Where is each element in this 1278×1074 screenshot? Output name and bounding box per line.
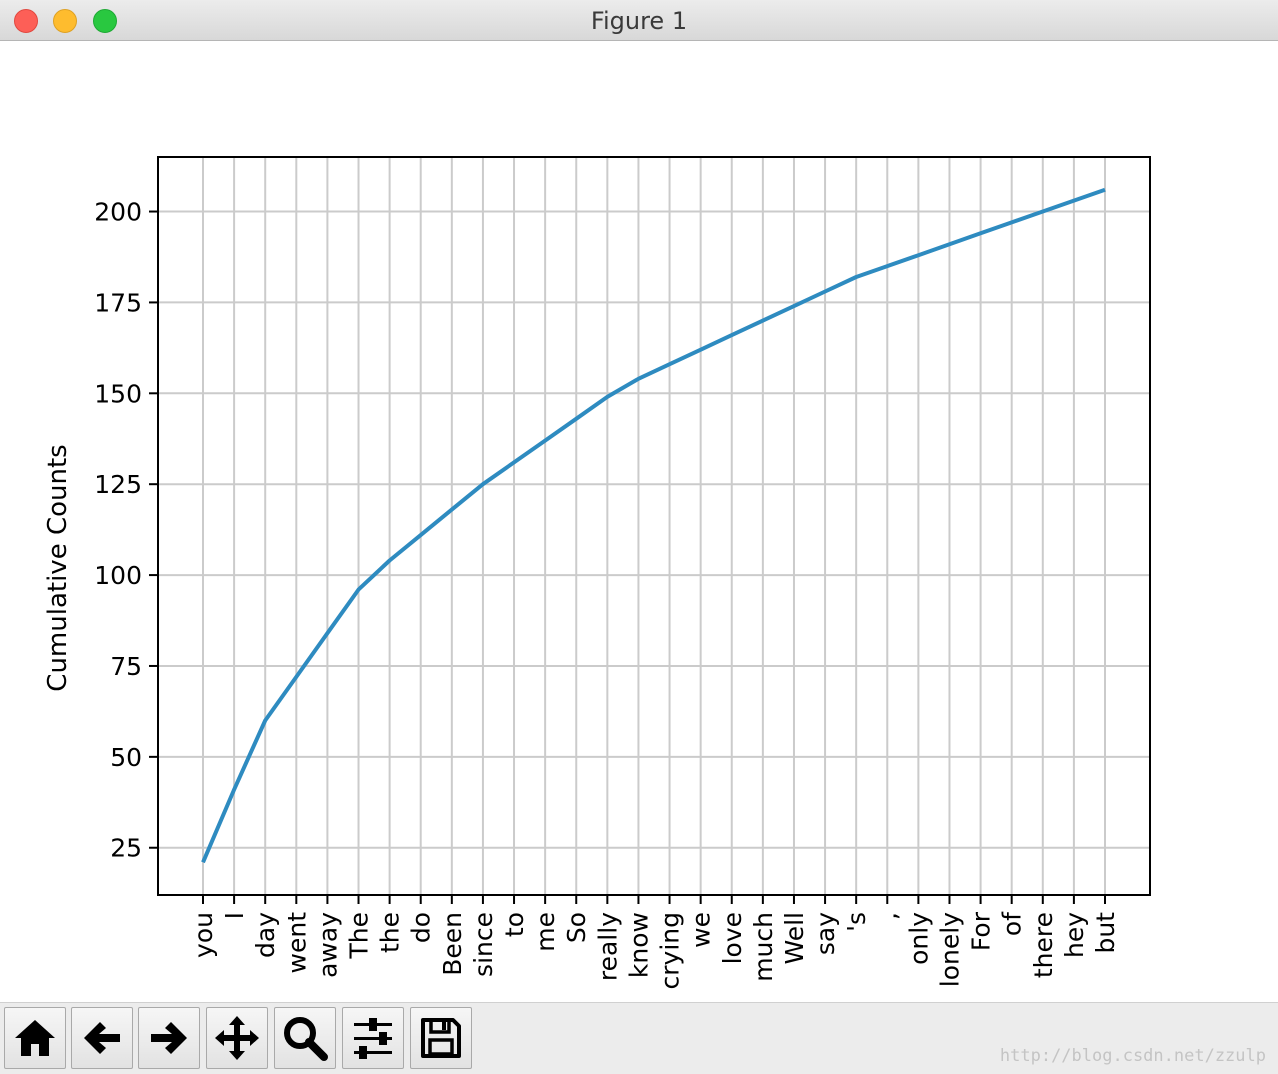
y-axis-label: Cumulative Counts <box>43 444 73 691</box>
x-tick-label: know <box>624 912 653 978</box>
cumulative-counts-chart: 25 50 75 100 125 150 175 200 you Iday went away The… <box>43 156 1151 989</box>
home-button[interactable] <box>4 1007 66 1069</box>
x-tick-label: I <box>220 912 249 919</box>
x-tick-label: hey <box>1060 912 1089 958</box>
grid <box>158 157 1150 895</box>
x-tick-label: only <box>904 912 933 965</box>
x-tick-label: there <box>1029 912 1058 978</box>
navigation-toolbar: http://blog.csdn.net/zzulp <box>0 1002 1278 1074</box>
y-tick-label: 200 <box>94 198 142 227</box>
y-tick-label: 125 <box>94 470 142 499</box>
x-tick-label: to <box>500 912 529 937</box>
x-tick-label: day <box>251 912 280 958</box>
x-tick-label: me <box>531 912 560 952</box>
magnifier-icon <box>284 1017 328 1061</box>
window-title: Figure 1 <box>590 7 688 35</box>
arrow-left-icon <box>84 1022 120 1054</box>
y-tick-label: 175 <box>94 288 142 317</box>
pan-button[interactable] <box>206 1007 268 1069</box>
y-tick-label: 100 <box>94 561 142 590</box>
x-tick-label: The <box>345 912 374 960</box>
y-tick-label: 25 <box>110 834 142 863</box>
x-tick-label: love <box>718 912 747 964</box>
x-tick-label: , <box>873 912 902 920</box>
forward-button[interactable] <box>138 1007 200 1069</box>
x-tick-label: we <box>687 912 716 948</box>
x-tick-label: Well <box>780 912 809 965</box>
axes-frame <box>157 156 1151 896</box>
x-tick-label: really <box>593 912 622 981</box>
move-icon <box>215 1016 259 1060</box>
x-tick-label: since <box>469 912 498 977</box>
save-button[interactable] <box>410 1007 472 1069</box>
x-tick-label: you <box>189 912 218 958</box>
sliders-icon <box>354 1018 392 1059</box>
x-tick-label: crying <box>656 912 685 989</box>
arrow-right-icon <box>151 1022 187 1054</box>
y-tick-label: 150 <box>94 379 142 408</box>
home-icon <box>15 1020 55 1056</box>
x-tick-label: do <box>407 912 436 943</box>
x-tick-label: but <box>1091 912 1120 954</box>
x-tick-label: For <box>967 911 996 951</box>
x-tick-label: went <box>282 912 311 974</box>
x-tick-label: much <box>749 912 778 982</box>
zoom-button[interactable] <box>274 1007 336 1069</box>
x-tick-label: the <box>376 912 405 953</box>
y-axis-ticks: 25 50 75 100 125 150 175 200 <box>94 198 158 863</box>
x-tick-label: away <box>313 912 342 978</box>
x-tick-label: Been <box>438 912 467 976</box>
x-tick-label: So <box>562 912 591 943</box>
series-line <box>201 187 1106 864</box>
x-axis-ticks: you Iday went away The the do Been since to me So re… <box>189 895 1120 989</box>
x-tick-label: 's <box>842 912 871 932</box>
floppy-disk-icon <box>421 1018 461 1058</box>
figure-canvas: 25 50 75 100 125 150 175 200 you Iday went away The… <box>0 41 1278 1002</box>
x-tick-label: of <box>998 911 1027 936</box>
configure-subplots-button[interactable] <box>342 1007 404 1069</box>
x-tick-label: lonely <box>935 912 964 987</box>
y-tick-label: 50 <box>110 743 142 772</box>
window-titlebar: Figure 1 <box>0 0 1278 41</box>
x-tick-label: say <box>811 912 840 955</box>
back-button[interactable] <box>71 1007 133 1069</box>
watermark: http://blog.csdn.net/zzulp <box>999 1046 1266 1066</box>
y-tick-label: 75 <box>110 652 142 681</box>
